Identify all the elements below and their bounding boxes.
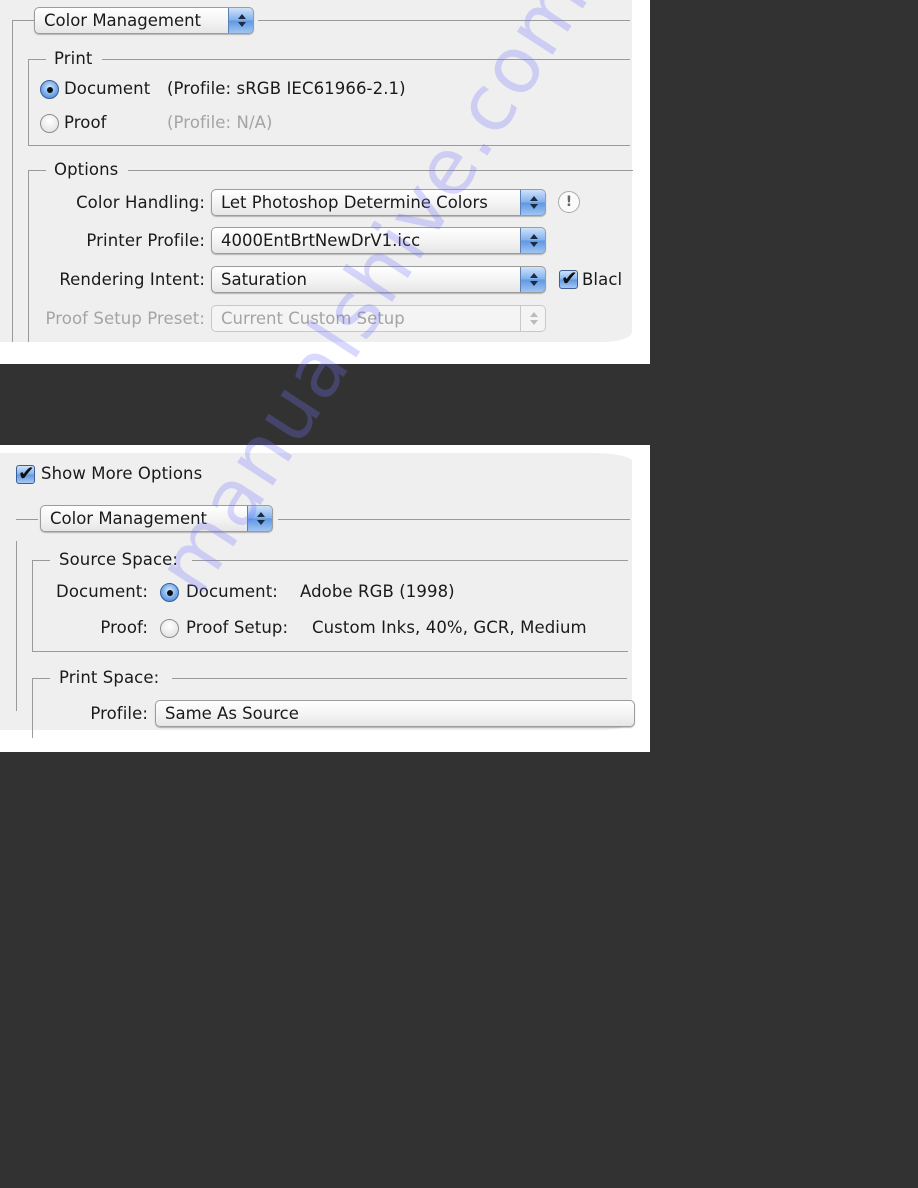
divider: [32, 560, 33, 651]
proof-setup-preset-select: Current Custom Setup: [211, 305, 546, 332]
source-document-radio-label[interactable]: Document:: [186, 582, 278, 601]
show-more-options-label[interactable]: Show More Options: [41, 464, 202, 483]
divider: [32, 651, 628, 652]
stepper-icon: [520, 267, 545, 292]
divider: [102, 59, 630, 60]
source-document-value: Adobe RGB (1998): [300, 582, 455, 601]
stepper-icon: [520, 190, 545, 215]
divider: [28, 59, 29, 145]
divider: [32, 560, 50, 561]
proof-radio-label[interactable]: Proof: [64, 113, 107, 132]
color-handling-label: Color Handling:: [76, 193, 205, 212]
print-profile-value: Same As Source: [165, 704, 299, 723]
proof-radio[interactable]: [40, 114, 59, 133]
black-point-checkbox[interactable]: [559, 266, 578, 290]
proof-setup-preset-label: Proof Setup Preset:: [45, 309, 205, 328]
print-space-title: Print Space:: [59, 668, 160, 687]
show-more-options-checkbox[interactable]: [16, 461, 35, 485]
print-profile-select[interactable]: Same As Source: [155, 700, 635, 727]
divider: [28, 170, 29, 342]
document-radio[interactable]: [40, 80, 59, 99]
divider: [258, 20, 630, 21]
proof-profile: (Profile: N/A): [167, 113, 273, 132]
divider: [12, 20, 13, 342]
document-profile: (Profile: sRGB IEC61966-2.1): [167, 79, 406, 98]
options-group-title: Options: [54, 160, 119, 179]
rendering-intent-select[interactable]: Saturation: [211, 266, 546, 293]
stepper-icon: [228, 8, 253, 33]
rendering-intent-label: Rendering Intent:: [59, 270, 205, 289]
source-proof-label: Proof:: [100, 618, 148, 637]
divider: [32, 678, 33, 738]
divider: [28, 145, 630, 146]
stepper-icon: [247, 506, 272, 531]
source-proof-radio-label[interactable]: Proof Setup:: [186, 618, 288, 637]
black-point-label[interactable]: Blacl: [582, 270, 622, 289]
section-select[interactable]: Color Management: [34, 7, 254, 34]
printer-profile-label: Printer Profile:: [86, 231, 205, 250]
print-profile-label: Profile:: [90, 704, 148, 723]
divider: [28, 170, 46, 171]
divider: [128, 170, 633, 171]
print-dialog-color-management-cs3: Color Management Print Document (Profile…: [0, 0, 650, 364]
section-select-value: Color Management: [44, 11, 202, 30]
divider: [16, 541, 17, 711]
source-space-title: Source Space:: [59, 550, 179, 569]
divider: [278, 519, 630, 520]
source-proof-radio[interactable]: [160, 619, 179, 638]
source-document-radio[interactable]: [160, 583, 179, 602]
divider: [172, 678, 627, 679]
printer-profile-value: 4000EntBrtNewDrV1.icc: [221, 231, 421, 250]
divider: [192, 560, 628, 561]
print-group-title: Print: [54, 49, 93, 68]
divider: [16, 519, 38, 520]
color-handling-select[interactable]: Let Photoshop Determine Colors: [211, 189, 546, 216]
color-handling-value: Let Photoshop Determine Colors: [221, 193, 488, 212]
divider: [32, 678, 50, 679]
section-select[interactable]: Color Management: [40, 505, 273, 532]
stepper-icon: [520, 228, 545, 253]
divider: [28, 59, 46, 60]
print-dialog-color-management-cs2: Show More Options Color Management Sourc…: [0, 445, 650, 752]
source-document-label: Document:: [56, 582, 148, 601]
stepper-icon: [520, 306, 545, 331]
section-select-value: Color Management: [50, 509, 208, 528]
source-proof-value: Custom Inks, 40%, GCR, Medium: [312, 618, 587, 637]
printer-profile-select[interactable]: 4000EntBrtNewDrV1.icc: [211, 227, 546, 254]
info-icon[interactable]: !: [558, 191, 580, 213]
document-radio-label[interactable]: Document: [64, 79, 150, 98]
divider: [12, 20, 34, 21]
proof-setup-preset-value: Current Custom Setup: [221, 309, 405, 328]
rendering-intent-value: Saturation: [221, 270, 308, 289]
